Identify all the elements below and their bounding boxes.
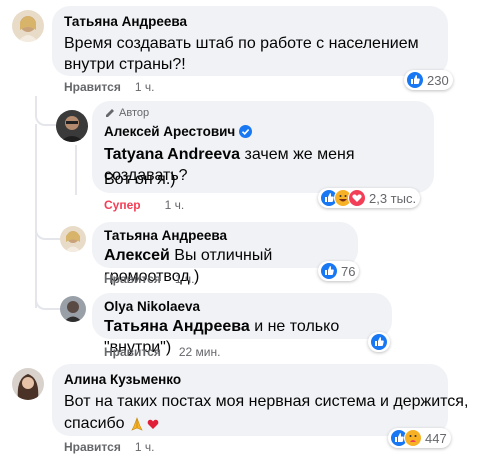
avatar[interactable] — [60, 296, 86, 322]
comment-text-line2: спасибо — [64, 413, 160, 434]
comment-bubble: Алина Кузьменко Вот на таких постах моя … — [52, 364, 468, 436]
reaction-count: 447 — [425, 430, 447, 446]
like-reaction-icon — [370, 333, 388, 351]
comment-text-body: Вот на таких постах моя нервная система … — [64, 393, 469, 410]
comment-author[interactable]: Татьяна Андреева — [104, 228, 227, 243]
reaction-count: 230 — [427, 72, 449, 88]
reaction-summary[interactable]: 76 — [318, 261, 360, 281]
like-button[interactable]: Нравится — [104, 272, 161, 286]
comment-bubble: Olya Nikolaeva Татьяна Андреева и не тол… — [92, 293, 392, 356]
timestamp[interactable]: 1 ч. — [135, 80, 155, 94]
reaction-count: 76 — [341, 263, 356, 279]
like-button[interactable]: Нравится — [104, 345, 161, 359]
thread-line — [75, 145, 77, 195]
verified-badge-icon — [239, 125, 253, 138]
avatar-photo — [60, 296, 86, 322]
comment-bubble: Автор Алексей Арестович Tatyana Andreeva… — [92, 101, 434, 193]
timestamp[interactable]: 1 ч. — [135, 440, 155, 454]
comment-author[interactable]: Алина Кузьменко — [64, 372, 181, 387]
like-reaction-icon — [320, 262, 338, 280]
reply-connector — [35, 214, 61, 240]
reaction-summary[interactable] — [368, 332, 390, 352]
reaction-button[interactable]: Супер — [104, 198, 141, 212]
like-button[interactable]: Нравится — [64, 440, 121, 454]
reply-connector — [35, 284, 61, 310]
pen-icon — [106, 109, 114, 117]
avatar-photo — [12, 368, 44, 400]
comment-meta: Нравится 1 ч. — [104, 272, 194, 286]
like-reaction-icon — [406, 71, 424, 89]
mention-link[interactable]: Tatyana Andreeva — [104, 146, 240, 163]
timestamp[interactable]: 1 ч. — [175, 272, 195, 286]
reaction-summary[interactable]: 230 — [404, 70, 453, 90]
praying-hands-icon — [130, 416, 143, 431]
reaction-summary[interactable]: 447 — [388, 428, 451, 448]
love-reaction-icon — [348, 189, 366, 207]
timestamp[interactable]: 22 мин. — [179, 345, 221, 359]
avatar[interactable] — [12, 368, 44, 400]
reaction-count: 2,3 тыс. — [369, 190, 417, 206]
avatar[interactable] — [56, 110, 88, 142]
comment-meta: Супер 1 ч. — [104, 198, 184, 212]
comment-bubble: Татьяна Андреева Время создавать штаб по… — [52, 6, 448, 76]
comment-author[interactable]: Алексей Арестович — [104, 124, 235, 139]
mention-link[interactable]: Татьяна Андреева — [104, 318, 250, 335]
care-reaction-icon — [404, 429, 422, 447]
comment-meta: Нравится 22 мин. — [104, 345, 220, 359]
avatar[interactable] — [60, 226, 86, 252]
author-badge: Автор — [104, 107, 149, 119]
timestamp[interactable]: 1 ч. — [165, 198, 185, 212]
comment-author[interactable]: Olya Nikolaeva — [104, 299, 200, 314]
comment-meta: Нравится 1 ч. — [64, 440, 154, 454]
avatar-photo — [56, 110, 88, 142]
avatar-photo — [60, 226, 86, 252]
comment-text-body: Время создавать штаб по работе с населен… — [64, 35, 419, 73]
avatar[interactable] — [12, 10, 44, 42]
comment-meta: Нравится 1 ч. — [64, 80, 154, 94]
like-button[interactable]: Нравится — [64, 80, 121, 94]
reaction-summary[interactable]: 2,3 тыс. — [318, 188, 421, 208]
heart-icon — [147, 419, 158, 429]
comment-author-row: Алексей Арестович — [104, 124, 253, 139]
comment-text: Время создавать штаб по работе с населен… — [64, 33, 444, 75]
comment-bubble: Татьяна Андреева Алексей Вы отличный гро… — [92, 222, 358, 285]
mention-link[interactable]: Алексей — [104, 247, 170, 264]
avatar-photo — [12, 10, 44, 42]
comment-author[interactable]: Татьяна Андреева — [64, 14, 187, 29]
comment-text-line2: Вот он я.) — [104, 171, 176, 188]
